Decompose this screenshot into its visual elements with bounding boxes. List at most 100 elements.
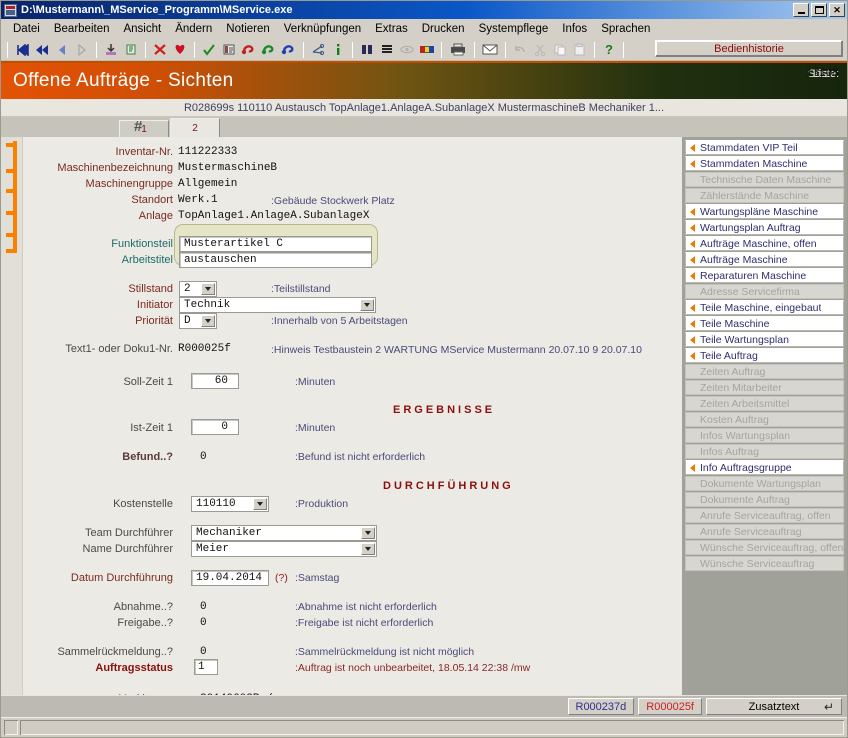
sidebar-item-stammdaten-vip-teil[interactable]: Stammdaten VIP Teil	[685, 140, 844, 155]
confirm-icon[interactable]	[199, 40, 219, 59]
help-icon[interactable]: ?	[599, 40, 619, 59]
sidebar-item-zaehlerstaende-maschine: Zählerstände Maschine	[685, 188, 844, 203]
auftragsstatus-input[interactable]: 1	[194, 659, 218, 675]
team-durchfuehrer-select[interactable]: Mechaniker	[191, 525, 377, 541]
link-red-icon[interactable]	[239, 40, 259, 59]
sidebar-item-wartungsplan-auftrag[interactable]: Wartungsplan Auftrag	[685, 220, 844, 235]
first-record-icon[interactable]	[12, 40, 32, 59]
sidebar-item-teile-auftrag[interactable]: Teile Auftrag	[685, 348, 844, 363]
sidebar-item-auftraege-maschine[interactable]: Aufträge Maschine	[685, 252, 844, 267]
gutter-tick	[6, 169, 17, 173]
sidebar-item-label: Teile Maschine	[700, 318, 769, 330]
previous-page-icon[interactable]	[32, 40, 52, 59]
maximize-button[interactable]	[811, 3, 827, 17]
value-text1-doku1: R000025f	[178, 343, 231, 355]
chevron-down-icon[interactable]	[360, 299, 374, 311]
doc-ref-button-r000237d[interactable]: R000237d	[568, 698, 635, 715]
value-anlage: TopAnlage1.AnlageA.SubanlageX	[178, 210, 369, 222]
print-icon[interactable]	[446, 40, 470, 59]
sidebar-item-anrufe-serviceauftrag-offen: Anrufe Serviceauftrag, offen	[685, 508, 844, 523]
menu-item-extras[interactable]: Extras	[368, 21, 415, 37]
favorite-icon[interactable]	[170, 40, 190, 59]
link-green-icon[interactable]	[259, 40, 279, 59]
arrow-left-icon	[690, 224, 695, 232]
label-text1-doku1: Text1- oder Doku1-Nr.	[23, 343, 173, 355]
sidebar-item-info-auftragsgruppe[interactable]: Info Auftragsgruppe	[685, 460, 844, 475]
funktionsteil-input[interactable]: Musterartikel C	[179, 236, 372, 252]
menu-item-sprachen[interactable]: Sprachen	[594, 21, 657, 37]
save-icon[interactable]	[101, 40, 121, 59]
datum-durchfuehrung-input[interactable]: 19.04.2014	[191, 570, 269, 586]
menu-item-ansicht[interactable]: Ansicht	[116, 21, 168, 37]
gutter-tick	[6, 211, 17, 215]
menu-bar: Datei Bearbeiten Ansicht Ändern Notieren…	[1, 19, 847, 39]
image-icon[interactable]	[417, 40, 437, 59]
stillstand-select[interactable]: 2	[179, 281, 217, 297]
mail-icon[interactable]	[479, 40, 501, 59]
sidebar-item-wartungsplaene-maschine[interactable]: Wartungspläne Maschine	[685, 204, 844, 219]
sidebar-item-auftraege-maschine-offen[interactable]: Aufträge Maschine, offen	[685, 236, 844, 251]
info-icon[interactable]	[328, 40, 348, 59]
arrow-left-icon	[690, 384, 695, 392]
menu-item-drucken[interactable]: Drucken	[415, 21, 472, 37]
new-record-icon[interactable]	[121, 40, 141, 59]
value-markierung: 20140603R /mwe	[200, 693, 292, 695]
previous-record-icon[interactable]	[52, 40, 72, 59]
name-durchfuehrer-select[interactable]: Meier	[191, 541, 377, 557]
label-ist-zeit: Ist-Zeit 1	[23, 422, 173, 434]
zusatztext-button[interactable]: Zusatztext ↵	[706, 698, 842, 715]
toolbar-separator	[96, 42, 97, 58]
chevron-down-icon[interactable]	[361, 543, 375, 555]
find-icon[interactable]	[357, 40, 377, 59]
chevron-down-icon[interactable]	[253, 498, 267, 510]
sidebar-item-stammdaten-maschine[interactable]: Stammdaten Maschine	[685, 156, 844, 171]
branch-icon[interactable]	[308, 40, 328, 59]
page-banner: Offene Aufträge - Sichten Sätze: 16644 L…	[1, 63, 847, 99]
sidebar-item-reparaturen-maschine[interactable]: Reparaturen Maschine	[685, 268, 844, 283]
value-inventar-nr: 111222333	[178, 146, 237, 158]
menu-item-aendern[interactable]: Ändern	[168, 21, 219, 37]
menu-item-datei[interactable]: Datei	[6, 21, 47, 37]
sidebar-item-label: Info Auftragsgruppe	[700, 462, 792, 474]
sidebar-item-dokumente-wartungsplan: Dokumente Wartungsplan	[685, 476, 844, 491]
initiator-select[interactable]: Technik	[179, 297, 376, 313]
delete-icon[interactable]	[150, 40, 170, 59]
sidebar-item-wuensche-serviceauftrag: Wünsche Serviceauftrag	[685, 556, 844, 571]
link-blue-icon[interactable]	[279, 40, 299, 59]
ist-zeit-input[interactable]: 0	[191, 419, 239, 435]
chevron-down-icon[interactable]	[201, 283, 215, 295]
title-bar: D:\Mustermann\_MService_Programm\MServic…	[1, 1, 847, 19]
sidebar-item-teile-wartungsplan[interactable]: Teile Wartungsplan	[685, 332, 844, 347]
arrow-left-icon	[690, 560, 695, 568]
label-datum-durchfuehrung: Datum Durchführung	[23, 572, 173, 584]
arrow-left-icon	[690, 528, 695, 536]
list-icon[interactable]	[377, 40, 397, 59]
chevron-down-icon[interactable]	[361, 527, 375, 539]
minimize-button[interactable]	[793, 3, 809, 17]
status-bar	[1, 717, 847, 737]
section-ergebnisse: ERGEBNISSE	[393, 404, 495, 416]
gutter-tick	[6, 233, 17, 237]
sidebar-item-teile-maschine[interactable]: Teile Maschine	[685, 316, 844, 331]
close-button[interactable]: ✕	[829, 3, 845, 17]
edit-note-icon[interactable]	[219, 40, 239, 59]
sidebar-item-teile-maschine-eingebaut[interactable]: Teile Maschine, eingebaut	[685, 300, 844, 315]
tab-1[interactable]: 1	[119, 120, 169, 137]
paste-icon	[570, 40, 590, 59]
datum-query-icon[interactable]: (?)	[275, 572, 288, 584]
soll-zeit-input[interactable]: 60	[191, 373, 239, 389]
arbeitstitel-input[interactable]: austauschen	[179, 252, 372, 268]
menu-item-infos[interactable]: Infos	[555, 21, 594, 37]
kostenstelle-select[interactable]: 110110	[191, 496, 269, 512]
bedienhistorie-button[interactable]: Bedienhistorie	[655, 40, 843, 57]
menu-item-verknuepfungen[interactable]: Verknüpfungen	[277, 21, 368, 37]
footer-button-bar: R000237d R000025f Zusatztext ↵	[1, 695, 847, 717]
prioritaet-select[interactable]: D	[179, 313, 217, 329]
menu-item-bearbeiten[interactable]: Bearbeiten	[47, 21, 117, 37]
chevron-down-icon[interactable]	[201, 315, 215, 327]
menu-item-systempflege[interactable]: Systempflege	[472, 21, 556, 37]
stillstand-value: 2	[184, 283, 191, 295]
tab-2[interactable]: 2	[170, 118, 220, 137]
doc-ref-button-r000025f[interactable]: R000025f	[638, 698, 702, 715]
menu-item-notieren[interactable]: Notieren	[219, 21, 276, 37]
